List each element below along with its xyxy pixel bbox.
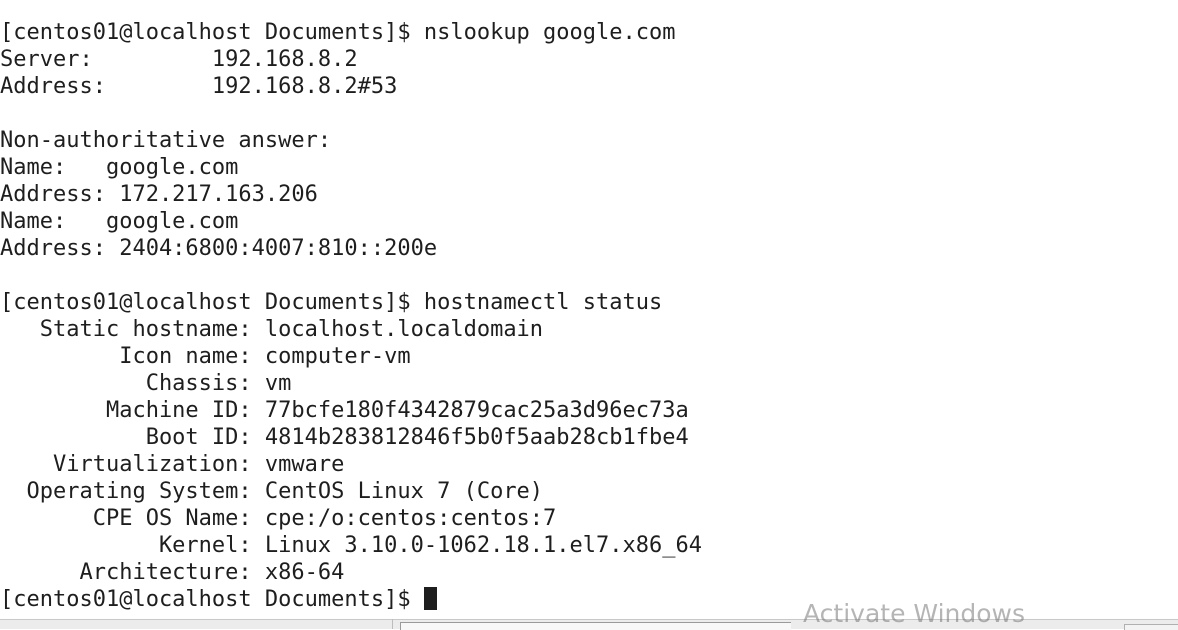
- shell-prompt: [centos01@localhost Documents]$: [0, 587, 424, 612]
- terminal-line: CPE OS Name: cpe:/o:centos:centos:7: [0, 506, 557, 531]
- terminal-line: Icon name: computer-vm: [0, 344, 411, 369]
- terminal-line: Static hostname: localhost.localdomain: [0, 317, 544, 342]
- terminal-prompt-line[interactable]: [centos01@localhost Documents]$: [0, 586, 1178, 613]
- terminal-line: Server: 192.168.8.2: [0, 47, 358, 72]
- terminal-line: Boot ID: 4814b283812846f5b0f5aab28cb1fbe…: [0, 425, 689, 450]
- status-bar-divider: [392, 619, 393, 629]
- terminal-line: [centos01@localhost Documents]$ nslookup…: [0, 20, 676, 45]
- terminal-line: Address: 192.168.8.2#53: [0, 74, 398, 99]
- terminal-window[interactable]: [centos01@localhost Documents]$ nslookup…: [0, 0, 1178, 619]
- terminal-line: Virtualization: vmware: [0, 452, 345, 477]
- terminal-line: Name: google.com: [0, 209, 239, 234]
- terminal-line: [centos01@localhost Documents]$ hostname…: [0, 290, 663, 315]
- terminal-line: Name: google.com: [0, 155, 239, 180]
- terminal-line: Architecture: x86-64: [0, 560, 345, 585]
- terminal-line: Chassis: vm: [0, 371, 292, 396]
- terminal-line: Non-authoritative answer:: [0, 128, 332, 153]
- terminal-line: Kernel: Linux 3.10.0-1062.18.1.el7.x86_6…: [0, 533, 702, 558]
- terminal-line: Address: 2404:6800:4007:810::200e: [0, 236, 438, 261]
- terminal-line: Machine ID: 77bcfe180f4342879cac25a3d96e…: [0, 398, 689, 423]
- text-cursor: [423, 587, 437, 610]
- terminal-line: Operating System: CentOS Linux 7 (Core): [0, 479, 544, 504]
- terminal-line: Address: 172.217.163.206: [0, 182, 318, 207]
- status-bar-field-right: [1124, 624, 1178, 630]
